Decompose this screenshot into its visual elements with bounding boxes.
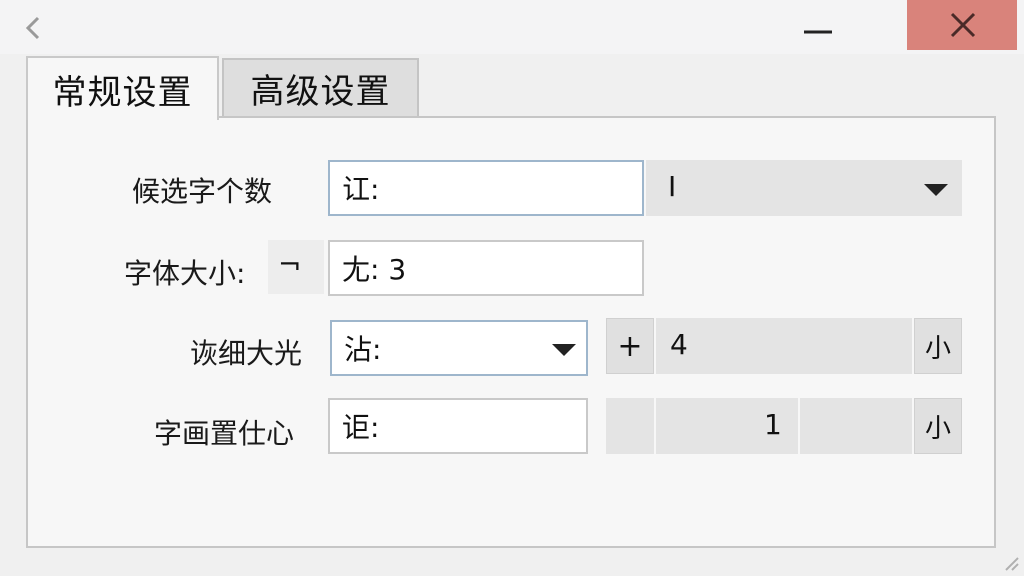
dropdown-arrow-icon: [924, 184, 948, 196]
back-button[interactable]: [18, 10, 48, 46]
candidate-count-label: 候选字个数: [132, 175, 273, 208]
stroke-size-select[interactable]: 沾:: [330, 320, 588, 376]
close-icon: [950, 12, 976, 38]
stroke-center-field[interactable]: 讵:: [328, 398, 588, 454]
candidate-count-field[interactable]: 讧:: [328, 160, 644, 216]
font-size-marker: ¬: [268, 240, 324, 294]
stroke-center-label: 字画置仕心: [154, 417, 295, 450]
candidate-count-dropdown[interactable]: I: [646, 160, 962, 216]
chevron-left-icon: [25, 16, 40, 40]
stroke-center-value-box[interactable]: 1: [656, 398, 798, 454]
resize-grip-icon[interactable]: [1002, 554, 1020, 572]
tab-advanced-settings[interactable]: 高级设置: [222, 58, 419, 116]
dropdown-arrow-icon: [552, 344, 576, 356]
font-size-marker-text: ¬: [278, 248, 302, 281]
minimize-icon: [804, 30, 832, 34]
stroke-center-value: 1: [764, 408, 782, 441]
tab-general-settings[interactable]: 常规设置: [26, 56, 219, 120]
title-bar: [0, 0, 1024, 54]
stroke-size-label: 诙细大光: [190, 337, 303, 370]
candidate-count-extra: I: [668, 170, 677, 203]
settings-window: 常规设置 高级设置 候选字个数 讧: I 字体大小: ¬ 尢: 3 诙细大光 沾…: [0, 0, 1024, 576]
stroke-size-value: 4: [670, 328, 688, 361]
stroke-center-unit[interactable]: 小: [914, 398, 962, 454]
close-button[interactable]: [907, 0, 1017, 50]
minimize-button[interactable]: [790, 10, 846, 50]
increment-button[interactable]: +: [606, 318, 654, 374]
stroke-size-value-box[interactable]: 4: [656, 318, 912, 374]
stroke-center-left-box[interactable]: [606, 398, 654, 454]
stroke-size-unit[interactable]: 小: [914, 318, 962, 374]
stroke-center-spacer: [800, 398, 912, 454]
font-size-field[interactable]: 尢: 3: [328, 240, 644, 296]
font-size-label: 字体大小:: [124, 257, 246, 290]
